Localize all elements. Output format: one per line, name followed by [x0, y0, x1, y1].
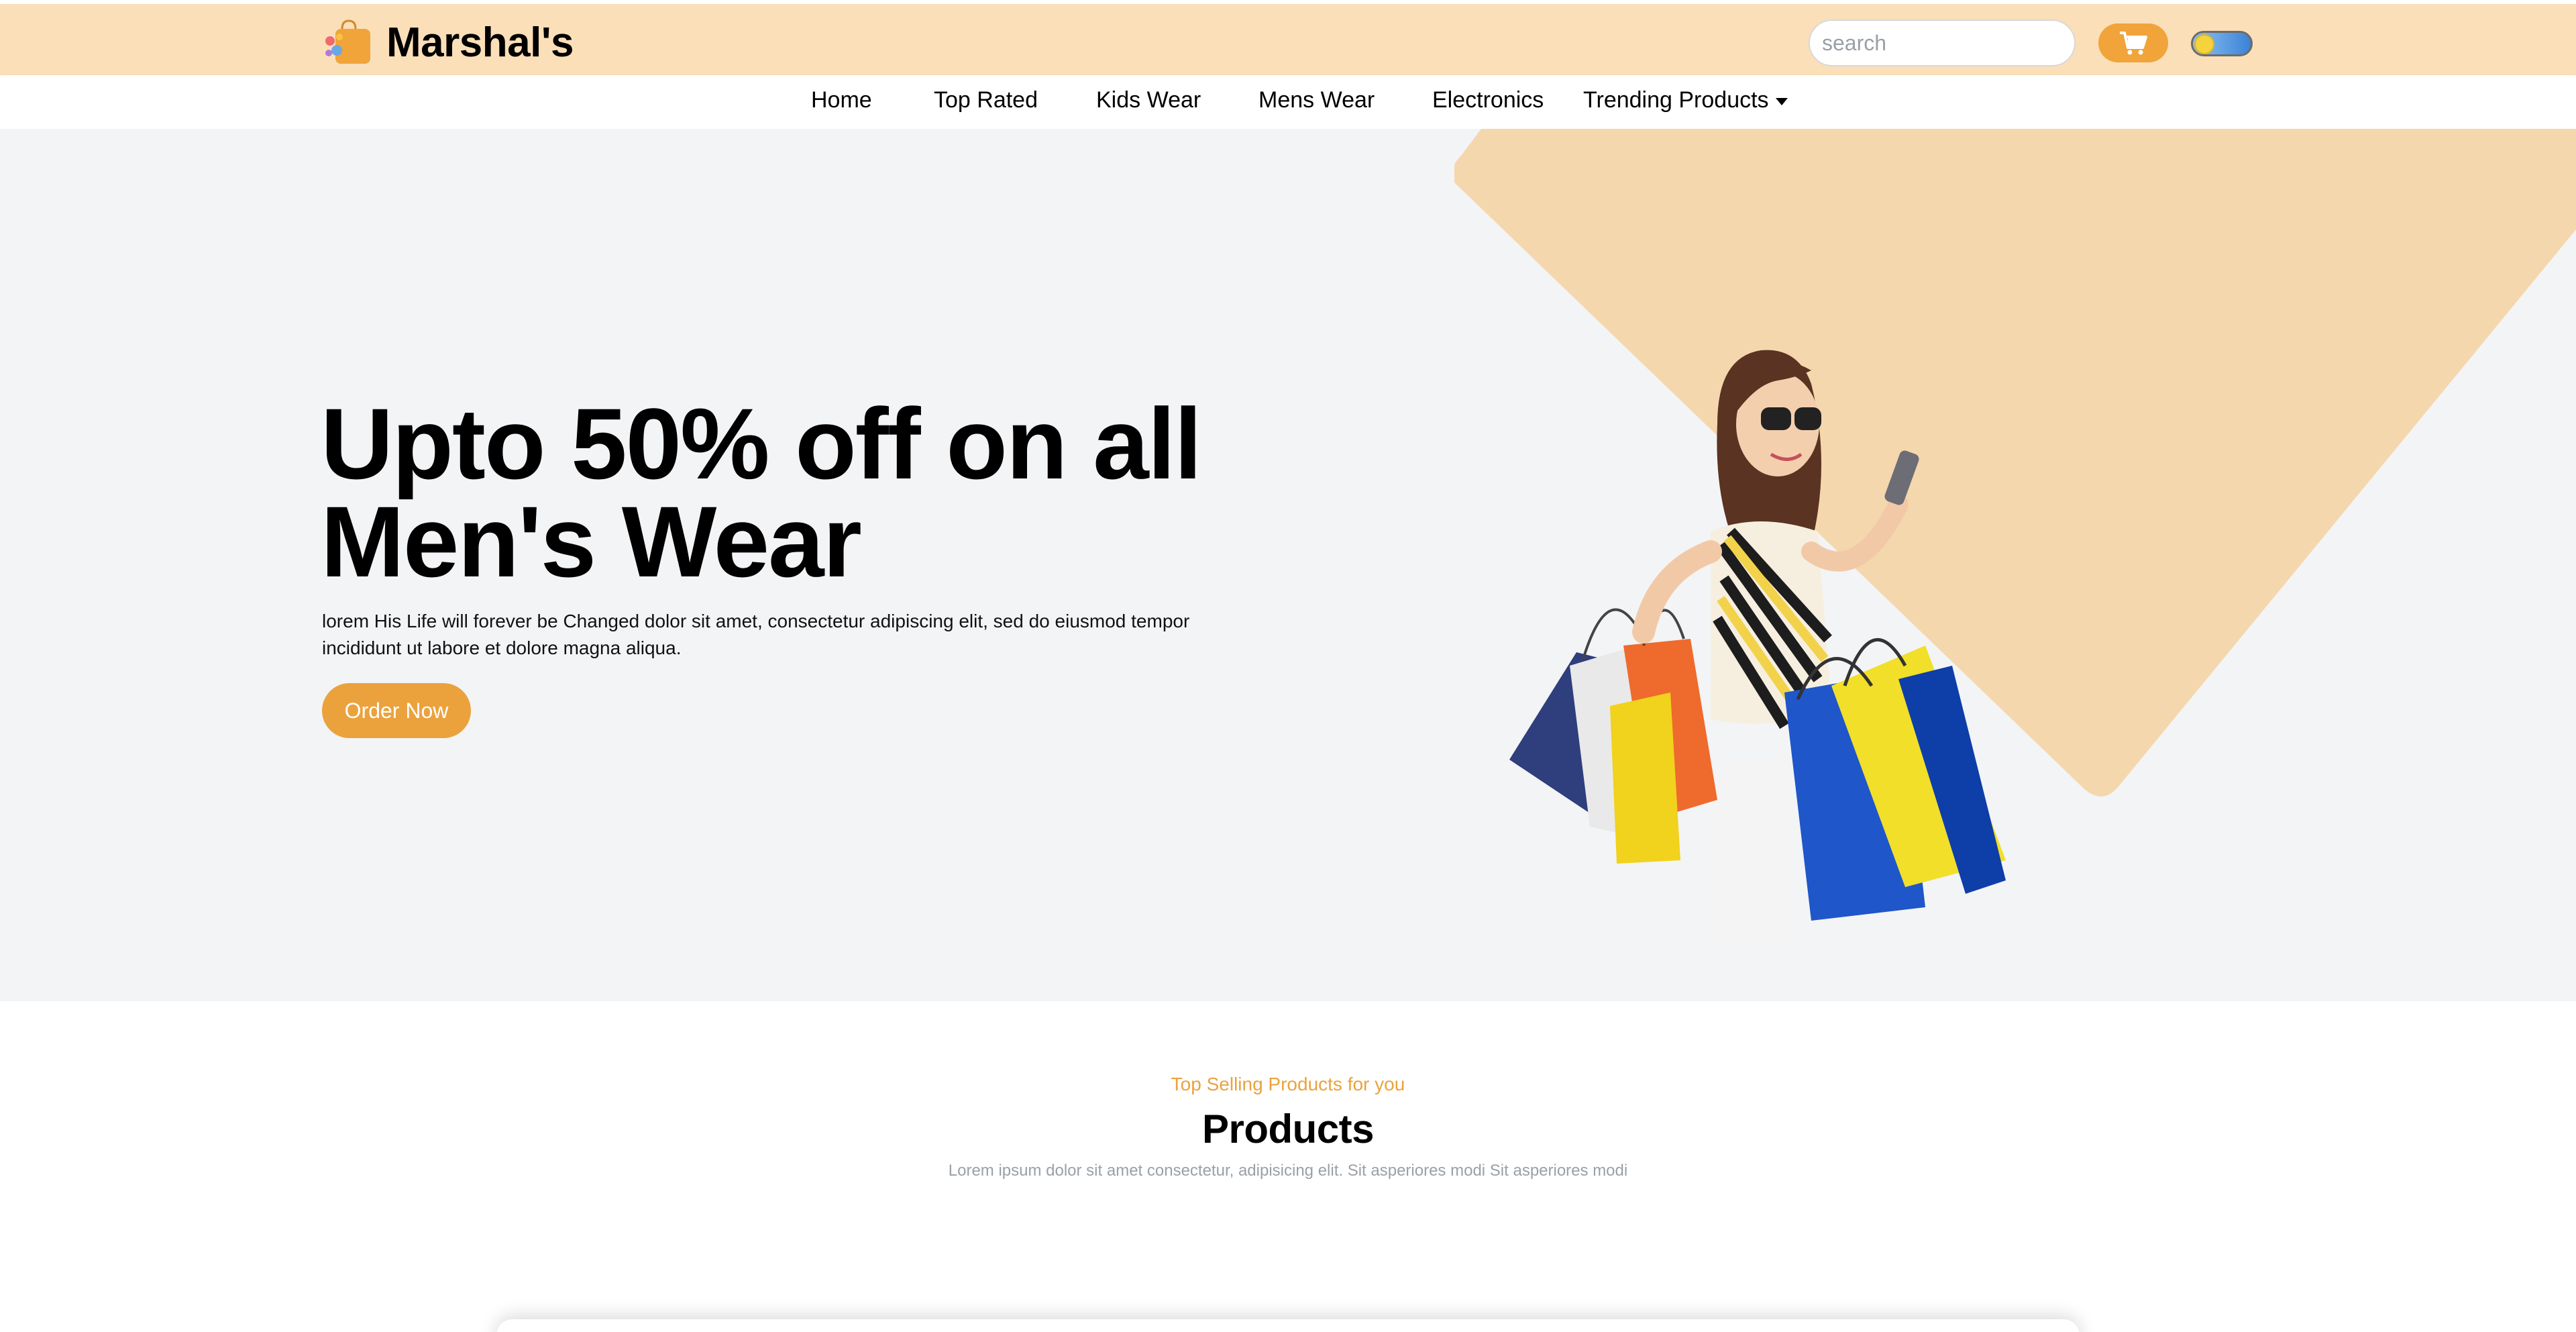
nav-mens-wear[interactable]: Mens Wear [1258, 87, 1375, 113]
shopping-bag-logo-icon [325, 19, 370, 64]
hero-description: lorem His Life will forever be Changed d… [322, 611, 1190, 658]
nav-kids-wear[interactable]: Kids Wear [1096, 87, 1201, 113]
brand-name: Marshal's [386, 19, 574, 66]
hero-title-line-1: Upto 50% off on all [321, 387, 1202, 500]
brand[interactable]: Marshal's [322, 19, 574, 66]
nav-trending-dropdown[interactable]: Trending Products [1583, 87, 1788, 113]
nav-electronics[interactable]: Electronics [1432, 87, 1544, 113]
order-now-button[interactable]: Order Now [322, 683, 471, 738]
main-nav: Home Top Rated Kids Wear Mens Wear Elect… [0, 75, 2576, 129]
search-box[interactable] [1809, 19, 2104, 66]
cart-icon [2120, 32, 2147, 55]
toggle-knob [2196, 36, 2213, 53]
cart-button[interactable] [2098, 23, 2168, 62]
product-carousel-card [496, 1319, 2080, 1332]
search-input[interactable] [1822, 30, 2104, 56]
hero-title-line-2: Men's Wear [321, 485, 862, 598]
products-subtitle: Lorem ipsum dolor sit amet consectetur, … [948, 1162, 1628, 1180]
top-bar: Marshal's [0, 4, 2576, 75]
hero-title: Upto 50% off on all Men's Wear [321, 387, 1327, 598]
products-section-header: Top Selling Products for you Products Lo… [0, 1074, 2576, 1180]
products-title: Products [1201, 1107, 1375, 1151]
shopping-woman-image [1509, 350, 2006, 947]
products-eyebrow: Top Selling Products for you [1171, 1074, 1405, 1094]
nav-top-rated[interactable]: Top Rated [934, 87, 1038, 113]
chevron-down-icon [1775, 97, 1788, 105]
theme-toggle[interactable] [2191, 31, 2253, 56]
nav-trending-label: Trending Products [1583, 87, 1769, 113]
hero-section: Upto 50% off on all Men's Wear lorem His… [0, 129, 2576, 1001]
app-root: Marshal's Home Top Rated Kids Wear Mens [0, 0, 2576, 1332]
nav-home[interactable]: Home [811, 87, 872, 113]
